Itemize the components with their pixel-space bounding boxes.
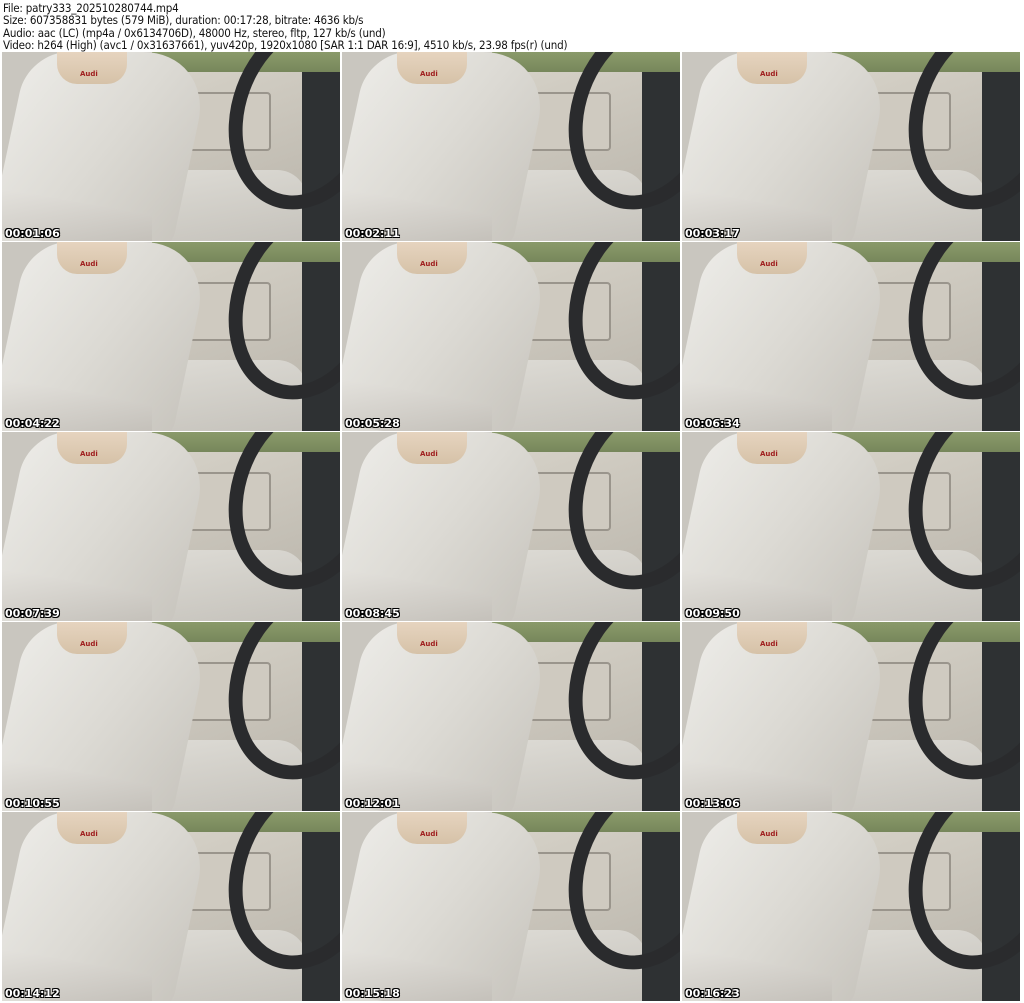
video-info: Video: h264 (High) (avc1 / 0x31637661), … — [3, 38, 568, 53]
headrest-pillow — [57, 242, 127, 274]
video-thumbnail: Audi 00:07:39 — [2, 432, 340, 621]
headrest-logo: Audi — [760, 640, 778, 648]
thumbnail-timestamp: 00:07:39 — [5, 607, 60, 620]
thumbnail-timestamp: 00:06:34 — [685, 417, 740, 430]
video-thumbnail: Audi 00:01:06 — [2, 52, 340, 241]
thumbnail-timestamp: 00:02:11 — [345, 227, 400, 240]
headrest-pillow — [737, 52, 807, 84]
headrest-logo: Audi — [80, 830, 98, 838]
headrest-pillow — [397, 622, 467, 654]
thumbnail-timestamp: 00:01:06 — [5, 227, 60, 240]
headrest-logo: Audi — [420, 640, 438, 648]
video-thumbnail: Audi 00:16:23 — [682, 812, 1020, 1001]
file-size-info: Size: 607358831 bytes (579 MiB), duratio… — [3, 13, 364, 28]
headrest-logo: Audi — [760, 450, 778, 458]
thumbnail-timestamp: 00:04:22 — [5, 417, 60, 430]
video-thumbnail: Audi 00:09:50 — [682, 432, 1020, 621]
thumbnail-timestamp: 00:03:17 — [685, 227, 740, 240]
headrest-pillow — [57, 622, 127, 654]
thumbnail-timestamp: 00:12:01 — [345, 797, 400, 810]
video-thumbnail: Audi 00:12:01 — [342, 622, 680, 811]
headrest-logo: Audi — [760, 260, 778, 268]
headrest-pillow — [397, 812, 467, 844]
headrest-pillow — [397, 52, 467, 84]
thumbnail-timestamp: 00:15:18 — [345, 987, 400, 1000]
thumbnail-timestamp: 00:10:55 — [5, 797, 60, 810]
headrest-logo: Audi — [420, 830, 438, 838]
thumbnail-grid: Audi 00:01:06 Audi 00:02:11 Audi 00:03:17 Audi… — [0, 52, 1024, 1001]
headrest-logo: Audi — [80, 450, 98, 458]
thumbnail-timestamp: 00:09:50 — [685, 607, 740, 620]
headrest-logo: Audi — [80, 260, 98, 268]
headrest-pillow — [737, 432, 807, 464]
headrest-pillow — [57, 812, 127, 844]
video-thumbnail: Audi 00:08:45 — [342, 432, 680, 621]
video-thumbnail: Audi 00:13:06 — [682, 622, 1020, 811]
headrest-pillow — [737, 242, 807, 274]
video-thumbnail: Audi 00:14:12 — [2, 812, 340, 1001]
headrest-pillow — [737, 812, 807, 844]
thumbnail-timestamp: 00:13:06 — [685, 797, 740, 810]
file-info-header: File: patry333_202510280744.mp4 Size: 60… — [0, 0, 1024, 52]
headrest-pillow — [397, 242, 467, 274]
video-thumbnail: Audi 00:05:28 — [342, 242, 680, 431]
video-thumbnail: Audi 00:15:18 — [342, 812, 680, 1001]
headrest-pillow — [737, 622, 807, 654]
headrest-logo: Audi — [80, 640, 98, 648]
headrest-logo: Audi — [760, 830, 778, 838]
headrest-pillow — [57, 432, 127, 464]
thumbnail-timestamp: 00:08:45 — [345, 607, 400, 620]
video-thumbnail: Audi 00:02:11 — [342, 52, 680, 241]
thumbnail-timestamp: 00:14:12 — [5, 987, 60, 1000]
video-thumbnail: Audi 00:03:17 — [682, 52, 1020, 241]
headrest-logo: Audi — [420, 450, 438, 458]
thumbnail-timestamp: 00:16:23 — [685, 987, 740, 1000]
headrest-logo: Audi — [760, 70, 778, 78]
headrest-pillow — [57, 52, 127, 84]
headrest-logo: Audi — [80, 70, 98, 78]
video-thumbnail: Audi 00:06:34 — [682, 242, 1020, 431]
headrest-logo: Audi — [420, 70, 438, 78]
video-thumbnail: Audi 00:04:22 — [2, 242, 340, 431]
headrest-pillow — [397, 432, 467, 464]
headrest-logo: Audi — [420, 260, 438, 268]
video-thumbnail: Audi 00:10:55 — [2, 622, 340, 811]
thumbnail-timestamp: 00:05:28 — [345, 417, 400, 430]
